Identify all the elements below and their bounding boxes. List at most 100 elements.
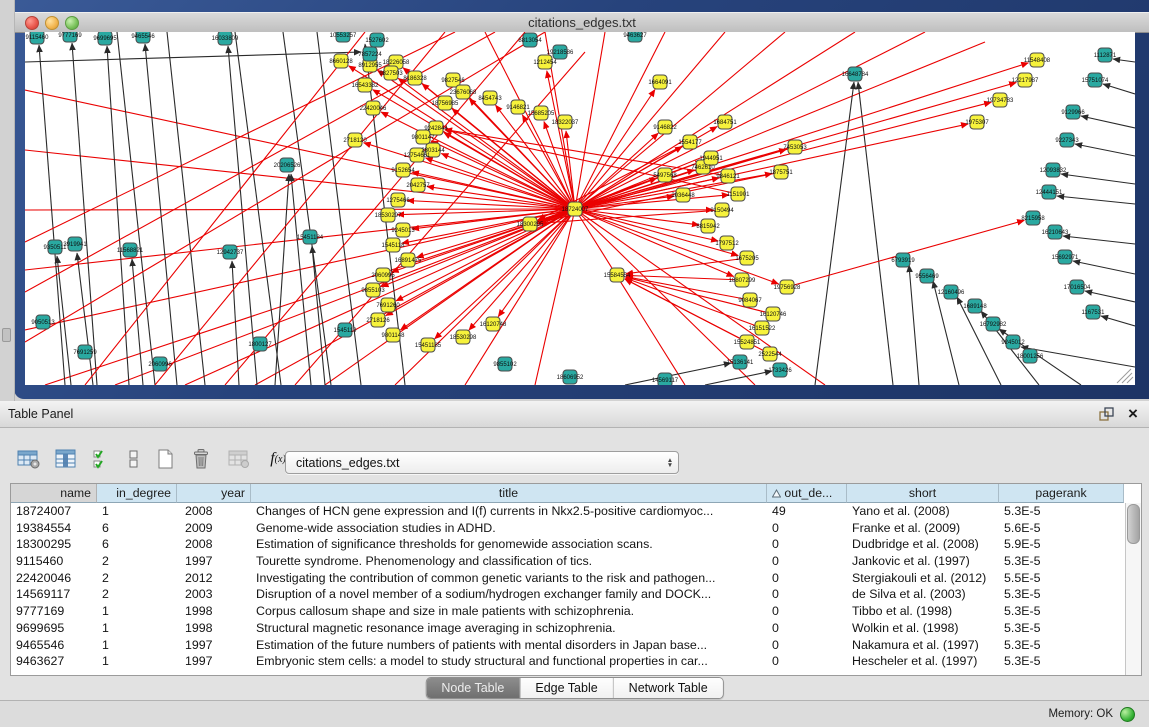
- graph-node-label: 15584554: [604, 273, 631, 279]
- graph-node-label: 1212454: [533, 60, 557, 66]
- show-columns-icon[interactable]: [53, 446, 79, 472]
- cell-name: 9699695: [11, 620, 97, 637]
- cell-title: Disruption of a novel member of a sodium…: [251, 586, 767, 603]
- cell-short: Yano et al. (2008): [847, 503, 999, 520]
- table-selector-dropdown[interactable]: citations_edges.txt ▲▼: [285, 451, 679, 474]
- table-row[interactable]: 911546021997Tourette syndrome. Phenomeno…: [11, 553, 1141, 570]
- network-view-canvas[interactable]: 1872400786601288912955182260589827503818…: [25, 32, 1135, 385]
- graph-node-label: 12754661: [404, 153, 431, 159]
- graph-node-label: 5497568: [653, 173, 677, 179]
- graph-node-label: 17016504: [1064, 285, 1091, 291]
- cell-year: 2012: [177, 570, 251, 587]
- cell-out_de: 0: [767, 570, 847, 587]
- zoom-window-button[interactable]: [65, 16, 79, 30]
- float-window-icon[interactable]: [1098, 406, 1114, 422]
- table-row[interactable]: 2242004622012Investigating the contribut…: [11, 570, 1141, 587]
- memory-status-icon[interactable]: [1120, 707, 1135, 722]
- cell-title: Corpus callosum shape and size in male p…: [251, 603, 767, 620]
- graph-node-label: 19734783: [987, 98, 1014, 104]
- cell-name: 9463627: [11, 653, 97, 670]
- graph-node-label: 9050513: [31, 320, 55, 326]
- table-tabs: Node TableEdge TableNetwork Table: [425, 677, 723, 699]
- cell-out_de: 0: [767, 536, 847, 553]
- table-row[interactable]: 969969511998Structural magnetic resonanc…: [11, 620, 1141, 637]
- graph-node-label: 16120746: [760, 312, 787, 318]
- graph-node-label: 1875751: [769, 170, 793, 176]
- column-header-year[interactable]: year: [177, 484, 251, 503]
- graph-node-label: 19218586: [547, 50, 574, 56]
- cell-short: Wolkin et al. (1998): [847, 620, 999, 637]
- rows-icon[interactable]: [127, 446, 141, 472]
- graph-node-label: 9146822: [653, 125, 677, 131]
- cell-title: Embryonic stem cells: a model to study s…: [251, 653, 767, 670]
- graph-node-label: 9129966: [1061, 110, 1085, 116]
- close-window-button[interactable]: [25, 16, 39, 30]
- table-body[interactable]: 1872400712008Changes of HCN gene express…: [11, 503, 1141, 670]
- column-header-out_de[interactable]: out_de...: [767, 484, 847, 503]
- column-header-pagerank[interactable]: pagerank: [999, 484, 1124, 503]
- tab-edge-table[interactable]: Edge Table: [519, 678, 612, 698]
- cell-in_degree: 1: [97, 603, 177, 620]
- graph-node-label: 18724007: [562, 207, 589, 213]
- graph-node-label: 11548408: [1024, 58, 1051, 64]
- node-table[interactable]: namein_degreeyeartitle out_de...shortpag…: [10, 483, 1142, 676]
- graph-node-label: 14569117: [652, 378, 679, 384]
- cell-name: 14569117: [11, 586, 97, 603]
- cell-out_de: 0: [767, 620, 847, 637]
- cell-out_de: 0: [767, 653, 847, 670]
- minimize-window-button[interactable]: [45, 16, 59, 30]
- table-row[interactable]: 1830029562008Estimation of significance …: [11, 536, 1141, 553]
- graph-node-label: 1151901: [727, 192, 751, 198]
- graph-node-label: 12444151: [1036, 190, 1063, 196]
- new-file-icon[interactable]: [152, 446, 178, 472]
- table-mode-icon[interactable]: [16, 446, 42, 472]
- table-panel-header[interactable]: Table Panel ×: [0, 401, 1149, 428]
- table-row[interactable]: 977716911998Corpus callosum shape and si…: [11, 603, 1141, 620]
- graph-node-label: 9777169: [58, 33, 82, 39]
- table-row[interactable]: 946362711997Embryonic stem cells: a mode…: [11, 653, 1141, 670]
- tab-network-table[interactable]: Network Table: [613, 678, 723, 698]
- graph-node-label: 8815942: [696, 224, 720, 230]
- resize-grip-icon: [1117, 369, 1133, 383]
- table-panel: Table Panel × f(x): [0, 401, 1149, 727]
- cell-title: Tourette syndrome. Phenomenology and cla…: [251, 553, 767, 570]
- graph-node-label: 1675205: [735, 256, 759, 262]
- graph-node-label: 11568821: [117, 248, 144, 254]
- tab-node-table[interactable]: Node Table: [426, 678, 519, 698]
- cell-short: Nakamura et al. (1997): [847, 637, 999, 654]
- table-row[interactable]: 1456911722003Disruption of a novel membe…: [11, 586, 1141, 603]
- side-strip-handle[interactable]: [2, 328, 11, 342]
- graph-node-label: 8215958: [1021, 216, 1045, 222]
- select-checks-icon[interactable]: [90, 446, 116, 472]
- column-header-title[interactable]: title: [251, 484, 767, 503]
- close-panel-icon[interactable]: ×: [1124, 402, 1142, 426]
- graph-node-label: 9801147: [412, 135, 436, 141]
- table-row[interactable]: 1872400712008Changes of HCN gene express…: [11, 503, 1141, 520]
- graph-node-label: 1545118: [382, 243, 406, 249]
- sort-ascending-icon: [772, 489, 781, 498]
- cell-year: 2008: [177, 503, 251, 520]
- table-row[interactable]: 1938455462009Genome-wide association stu…: [11, 520, 1141, 537]
- delete-icon[interactable]: [189, 446, 215, 472]
- scrollbar-thumb[interactable]: [1127, 504, 1140, 544]
- cell-year: 1997: [177, 637, 251, 654]
- table-header-row[interactable]: namein_degreeyeartitle out_de...shortpag…: [11, 484, 1141, 503]
- cell-name: 22420046: [11, 570, 97, 587]
- table-panel-title: Table Panel: [8, 401, 73, 427]
- table-row[interactable]: 946554611997Estimation of the future num…: [11, 637, 1141, 654]
- cell-name: 9465546: [11, 637, 97, 654]
- graph-node-label: 7857224: [358, 52, 382, 58]
- graph-node-label: 15451184: [297, 235, 324, 241]
- window-titlebar[interactable]: citations_edges.txt: [15, 12, 1149, 33]
- vertical-scrollbar[interactable]: [1125, 503, 1141, 675]
- graph-node-label: 1684751: [713, 120, 737, 126]
- column-header-in_degree[interactable]: in_degree: [97, 484, 177, 503]
- graph-node-label: 18300295: [517, 222, 544, 228]
- cell-short: Franke et al. (2009): [847, 520, 999, 537]
- graph-node-label: 9245012: [1001, 340, 1025, 346]
- column-header-short[interactable]: short: [847, 484, 999, 503]
- column-header-name[interactable]: name: [11, 484, 97, 503]
- graph-node-label: 20206526: [274, 163, 301, 169]
- cell-title: Estimation of significance thresholds fo…: [251, 536, 767, 553]
- cell-pagerank: 5.9E-5: [999, 536, 1124, 553]
